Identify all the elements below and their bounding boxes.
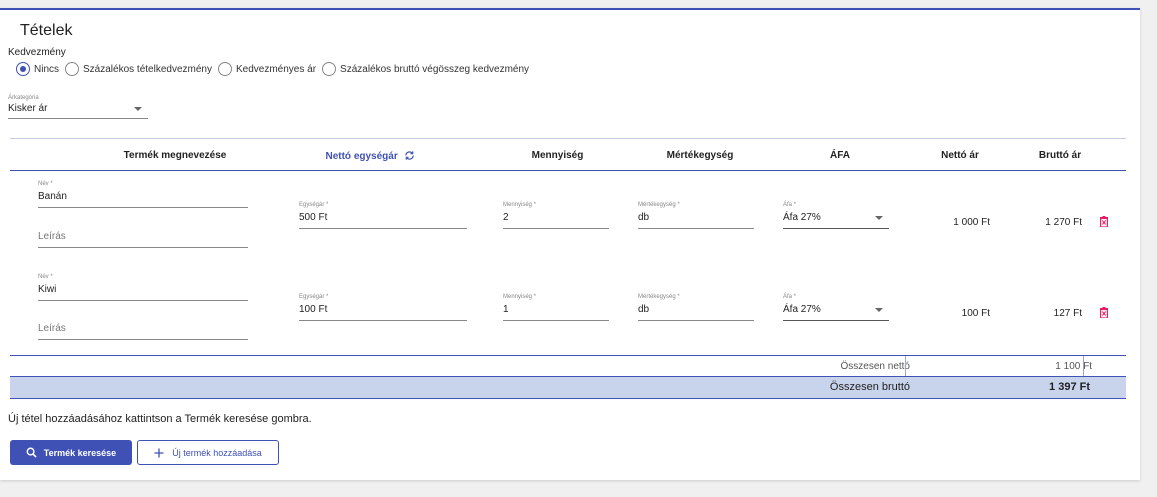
header-vat: ÁFA	[830, 150, 850, 161]
table-top-border	[10, 138, 1126, 139]
radio-label: Kedvezményes ár	[235, 63, 317, 75]
table-header: Termék megnevezése Nettó egységár Mennyi…	[10, 140, 1126, 170]
chevron-down-icon[interactable]	[875, 308, 883, 312]
radio-circle[interactable]	[65, 62, 80, 76]
name-field[interactable]: Név * Kiwi	[38, 274, 248, 301]
description-placeholder[interactable]: Leírás	[38, 229, 248, 248]
header-unit-price-label: Nettó egységár	[325, 151, 398, 162]
unit-price-value[interactable]: 500 Ft	[299, 210, 467, 229]
vat-select[interactable]: Áfa * Áfa 27%	[783, 294, 889, 321]
unit-field[interactable]: Mértékegység * db	[638, 294, 754, 321]
price-category-value[interactable]: Kisker ár	[8, 101, 148, 119]
vat-label: Áfa *	[783, 202, 797, 208]
gross-price: 127 Ft	[1053, 308, 1082, 319]
unit-price-label: Egységár *	[299, 294, 329, 300]
add-new-product-label: Új termék hozzáadása	[172, 447, 262, 458]
unit-label: Mértékegység *	[638, 202, 680, 208]
refresh-icon[interactable]	[404, 150, 415, 161]
totals-gross-row: Összesen bruttó 1 397 Ft	[10, 376, 1126, 399]
unit-price-value[interactable]: 100 Ft	[299, 302, 467, 321]
unit-value[interactable]: db	[638, 210, 754, 229]
trash-icon[interactable]	[1100, 216, 1108, 227]
quantity-field[interactable]: Mennyiség * 2	[503, 202, 609, 229]
discount-radio-group: Nincs Százalékos tételkedvezmény Kedvezm…	[16, 62, 535, 76]
header-net: Nettó ár	[941, 150, 979, 161]
quantity-field[interactable]: Mennyiség * 1	[503, 294, 609, 321]
header-product: Termék megnevezése	[123, 150, 227, 161]
price-category-select[interactable]: Árkategória Kisker ár	[8, 95, 148, 119]
search-product-button[interactable]: Termék keresése	[10, 440, 132, 465]
chevron-down-icon[interactable]	[875, 216, 883, 220]
total-gross-value: 1 397 Ft	[1049, 381, 1090, 393]
quantity-label: Mennyiség *	[503, 202, 537, 208]
header-unit: Mértékegység	[666, 150, 734, 161]
header-quantity: Mennyiség	[531, 150, 584, 161]
name-label: Név *	[38, 274, 53, 280]
vat-value[interactable]: Áfa 27%	[783, 302, 889, 321]
chevron-down-icon[interactable]	[134, 106, 142, 111]
quantity-value[interactable]: 1	[503, 302, 609, 321]
total-net-label: Összesen nettó	[840, 361, 910, 372]
radio-circle[interactable]	[217, 62, 232, 76]
radio-label: Százalékos tételkedvezmény	[83, 63, 212, 75]
add-new-product-button[interactable]: Új termék hozzáadása	[137, 440, 279, 465]
radio-label: Százalékos bruttó végösszeg kedvezmény	[340, 63, 530, 75]
radio-none[interactable]: Nincs	[16, 62, 59, 76]
vat-label: Áfa *	[783, 294, 797, 300]
description-field[interactable]: Leírás	[38, 321, 248, 340]
unit-price-label: Egységár *	[299, 202, 329, 208]
vat-value[interactable]: Áfa 27%	[783, 210, 889, 229]
radio-percent-total[interactable]: Százalékos bruttó végösszeg kedvezmény	[322, 62, 529, 76]
discount-label: Kedvezmény	[8, 47, 66, 58]
radio-percent-item[interactable]: Százalékos tételkedvezmény	[65, 62, 212, 76]
section-title: Tételek	[20, 22, 73, 39]
search-product-label: Termék keresése	[43, 447, 117, 458]
trash-icon[interactable]	[1100, 307, 1108, 318]
unit-price-field[interactable]: Egységár * 500 Ft	[299, 202, 467, 229]
description-field[interactable]: Leírás	[38, 229, 248, 248]
vat-text: Áfa 27%	[783, 304, 821, 315]
header-unit-price[interactable]: Nettó egységár	[320, 150, 420, 162]
table-header-border	[10, 170, 1126, 171]
total-net-value: 1 100 Ft	[1055, 361, 1092, 372]
radio-label: Nincs	[34, 63, 60, 75]
name-field[interactable]: Név * Banán	[38, 181, 248, 208]
unit-field[interactable]: Mértékegység * db	[638, 202, 754, 229]
net-price: 1 000 Ft	[953, 217, 990, 228]
radio-circle[interactable]	[16, 62, 30, 76]
vat-text: Áfa 27%	[783, 212, 821, 223]
description-placeholder[interactable]: Leírás	[38, 321, 248, 340]
quantity-label: Mennyiség *	[503, 294, 537, 300]
net-price: 100 Ft	[961, 308, 990, 319]
name-value[interactable]: Banán	[38, 189, 248, 208]
unit-label: Mértékegység *	[638, 294, 680, 300]
search-icon	[26, 447, 37, 458]
totals-net-row: Összesen nettó 1 100 Ft	[10, 356, 1126, 376]
vat-select[interactable]: Áfa * Áfa 27%	[783, 202, 889, 229]
radio-discount-price[interactable]: Kedvezményes ár	[217, 62, 317, 76]
hint-text: Új tétel hozzáadásához kattintson a Term…	[8, 413, 312, 425]
total-gross-label: Összesen bruttó	[829, 381, 910, 393]
radio-circle[interactable]	[322, 62, 337, 76]
price-category-text: Kisker ár	[8, 103, 48, 114]
plus-icon	[154, 448, 164, 457]
unit-value[interactable]: db	[638, 302, 754, 321]
name-label: Név *	[38, 181, 53, 187]
quantity-value[interactable]: 2	[503, 210, 609, 229]
gross-price: 1 270 Ft	[1045, 217, 1082, 228]
unit-price-field[interactable]: Egységár * 100 Ft	[299, 294, 467, 321]
name-value[interactable]: Kiwi	[38, 282, 248, 301]
header-gross: Bruttó ár	[1038, 150, 1082, 161]
